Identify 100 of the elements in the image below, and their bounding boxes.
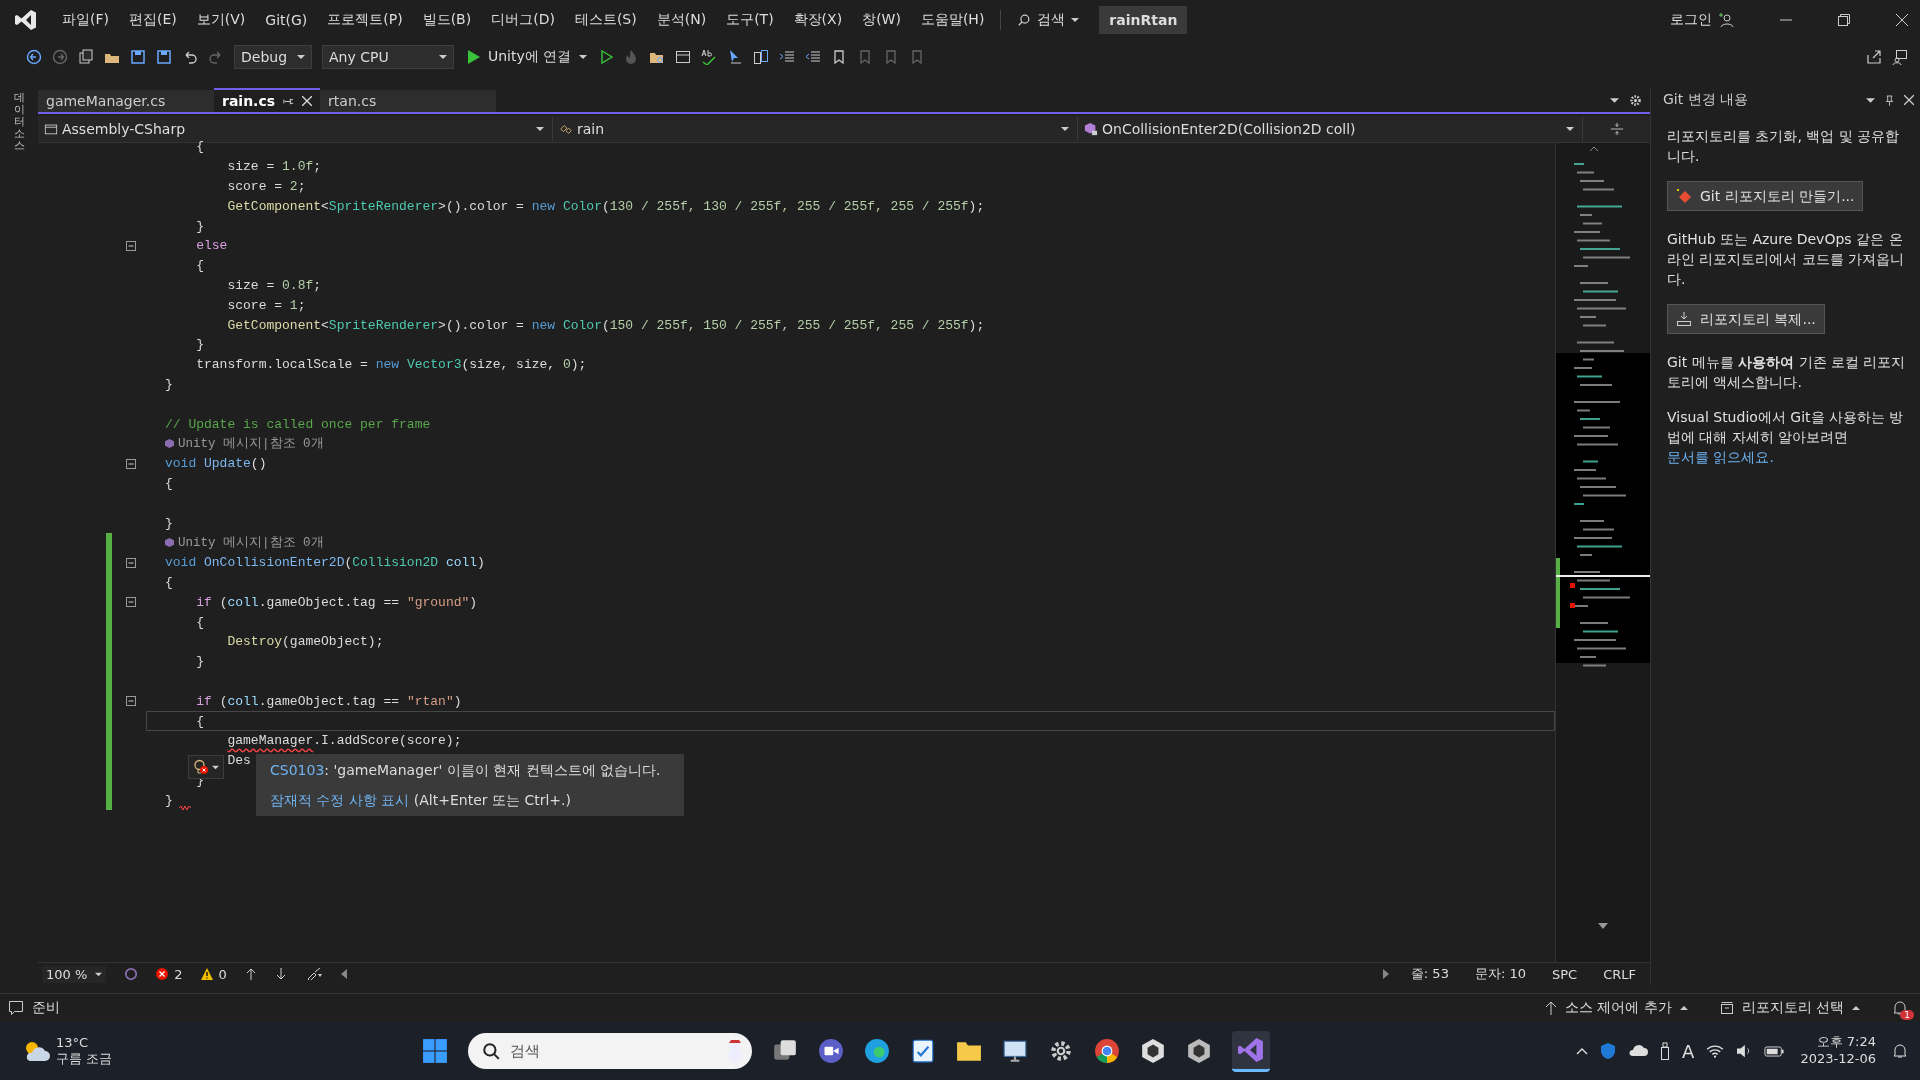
menu-item[interactable]: 분석(N) — [646, 11, 717, 29]
code-lens[interactable]: Unity 메시지|참조 0개 — [178, 534, 324, 552]
arrow-up-icon[interactable] — [244, 968, 257, 980]
code-line: } — [196, 337, 205, 353]
forward-icon[interactable] — [52, 49, 68, 65]
windows-logo-icon[interactable] — [422, 1038, 449, 1064]
restore-icon[interactable] — [1838, 14, 1850, 26]
video-chat-icon[interactable] — [818, 1038, 845, 1064]
cursor-icon[interactable] — [727, 49, 744, 65]
spell-check-icon[interactable] — [701, 49, 718, 65]
quick-actions-button[interactable] — [188, 755, 224, 779]
line-number[interactable]: 줄: 53 — [1406, 965, 1453, 983]
indent-icon[interactable] — [805, 49, 822, 65]
clone-repo-button[interactable]: 리포지토리 복제... — [1667, 303, 1825, 335]
line-ending[interactable]: CRLF — [1599, 966, 1640, 982]
caret-icon[interactable] — [1866, 95, 1875, 105]
input-method-indicator[interactable]: A — [1682, 1040, 1695, 1062]
login-link[interactable]: 로그인 — [1670, 11, 1712, 29]
share-icon[interactable] — [1866, 49, 1882, 65]
browser-icon[interactable] — [864, 1038, 891, 1064]
cloud-icon[interactable] — [1628, 1045, 1649, 1057]
document-tab[interactable]: rtan.cs — [320, 90, 497, 112]
cube-icon[interactable] — [1186, 1038, 1213, 1064]
create-repo-button[interactable]: Git 리포지토리 만들기... — [1667, 180, 1864, 211]
bell-icon[interactable] — [1892, 1043, 1908, 1059]
back-icon[interactable] — [26, 49, 42, 65]
menu-item[interactable]: 확장(X) — [783, 11, 853, 29]
collapse-icon[interactable] — [126, 458, 136, 469]
platform-dropdown[interactable]: Any CPU — [322, 45, 454, 69]
save-icon[interactable] — [130, 49, 146, 65]
caret-icon — [297, 53, 305, 61]
show-fixes-link[interactable]: 잠재적 수정 사항 표시 — [270, 792, 410, 808]
save-all-icon[interactable] — [156, 49, 172, 65]
error-code-link[interactable]: CS0103 — [270, 762, 325, 778]
menu-item[interactable]: 편집(E) — [119, 11, 187, 29]
code-lens[interactable]: Unity 메시지|참조 0개 — [178, 435, 324, 453]
code-line: Destroy(gameObject); — [227, 634, 384, 650]
menu-item[interactable]: 보기(V) — [186, 11, 256, 29]
add-source-control-button[interactable]: 소스 제어에 추가 — [1544, 999, 1688, 1017]
settings-icon[interactable] — [1629, 93, 1642, 107]
caret-up-icon[interactable] — [1576, 1047, 1589, 1055]
bell-icon[interactable] — [1892, 1000, 1908, 1016]
compare-icon[interactable] — [753, 49, 770, 65]
monitor-icon[interactable] — [1002, 1038, 1029, 1064]
status-text: 준비 — [32, 999, 60, 1017]
outdent-icon[interactable] — [779, 49, 796, 65]
scroll-right-icon[interactable] — [1382, 969, 1389, 979]
menu-item[interactable]: 디버그(D) — [481, 11, 565, 29]
close-icon[interactable] — [302, 96, 313, 106]
collapse-icon[interactable] — [126, 557, 136, 568]
menu-item[interactable]: 테스트(S) — [564, 11, 647, 29]
whitespace-mode[interactable]: SPC — [1548, 966, 1582, 982]
docs-link[interactable]: 문서를 읽으세요. — [1667, 449, 1774, 466]
menu-item[interactable]: 도움말(H) — [910, 11, 995, 29]
local-repo-text: Git 메뉴를 사용하여 기존 로컬 리포지토리에 액세스합니다. — [1667, 353, 1907, 393]
search-button[interactable]: 검색 — [1007, 7, 1090, 33]
error-count[interactable]: 2 — [156, 966, 183, 982]
cube-icon[interactable] — [1140, 1038, 1167, 1064]
select-repo-button[interactable]: 리포지토리 선택 — [1719, 999, 1860, 1017]
usb-drive-icon[interactable] — [1660, 1042, 1671, 1060]
clock-date[interactable]: 2023-12-06 — [1800, 1051, 1876, 1068]
split-icon[interactable] — [1609, 122, 1624, 136]
battery-icon[interactable] — [1764, 1045, 1785, 1057]
shield-icon[interactable] — [1600, 1042, 1617, 1060]
run-button[interactable]: Unity에 연결 — [464, 46, 592, 68]
collapse-icon[interactable] — [126, 696, 136, 707]
side-tab[interactable]: 데이터 소스 — [13, 92, 25, 153]
minimap-drawing[interactable] — [1555, 143, 1650, 962]
caret-icon — [95, 970, 103, 978]
menu-item[interactable]: 파일(F) — [52, 11, 119, 29]
arrow-down-icon[interactable] — [274, 968, 287, 980]
layout-icon[interactable] — [675, 49, 692, 65]
repository-icon — [1719, 1001, 1734, 1015]
clock-time[interactable]: 오후 7:24 — [1816, 1034, 1876, 1051]
menu-item[interactable]: 창(W) — [852, 11, 911, 29]
code-line: size = 0.8f; — [227, 278, 322, 293]
close-icon[interactable] — [1904, 95, 1914, 105]
caret-icon[interactable] — [1610, 95, 1619, 105]
column-number[interactable]: 문자: 10 — [1470, 965, 1530, 983]
play-outline-icon[interactable] — [601, 50, 614, 64]
project-icon — [44, 122, 58, 136]
configuration-dropdown[interactable]: Debug — [234, 45, 312, 69]
wifi-icon[interactable] — [1706, 1044, 1725, 1058]
zoom-dropdown[interactable]: 100 % — [42, 965, 107, 983]
project-dropdown[interactable]: Assembly-CSharp — [38, 117, 553, 141]
close-icon[interactable] — [1896, 14, 1908, 26]
add-user-icon[interactable] — [1718, 12, 1734, 28]
collapse-icon[interactable] — [126, 597, 136, 608]
menu-item[interactable]: Git(G) — [255, 12, 318, 28]
menu-item[interactable]: 도구(T) — [716, 11, 784, 29]
code-line: transform.localScale = new Vector3(size, size, 0); — [196, 357, 587, 373]
taskbar-search-field[interactable]: 검색 — [468, 1033, 753, 1069]
document-tab[interactable]: gameManager.cs — [38, 90, 214, 112]
menu-item[interactable]: 빌드(B) — [412, 11, 482, 29]
warning-count[interactable]: 0 — [200, 966, 227, 982]
type-dropdown[interactable]: rain — [553, 117, 1078, 141]
collapse-icon[interactable] — [126, 240, 136, 251]
menu-item[interactable]: 프로젝트(P) — [317, 11, 413, 29]
member-dropdown[interactable]: OnCollisionEnter2D(Collision2D coll) — [1078, 117, 1583, 141]
scroll-left-icon[interactable] — [340, 969, 347, 979]
